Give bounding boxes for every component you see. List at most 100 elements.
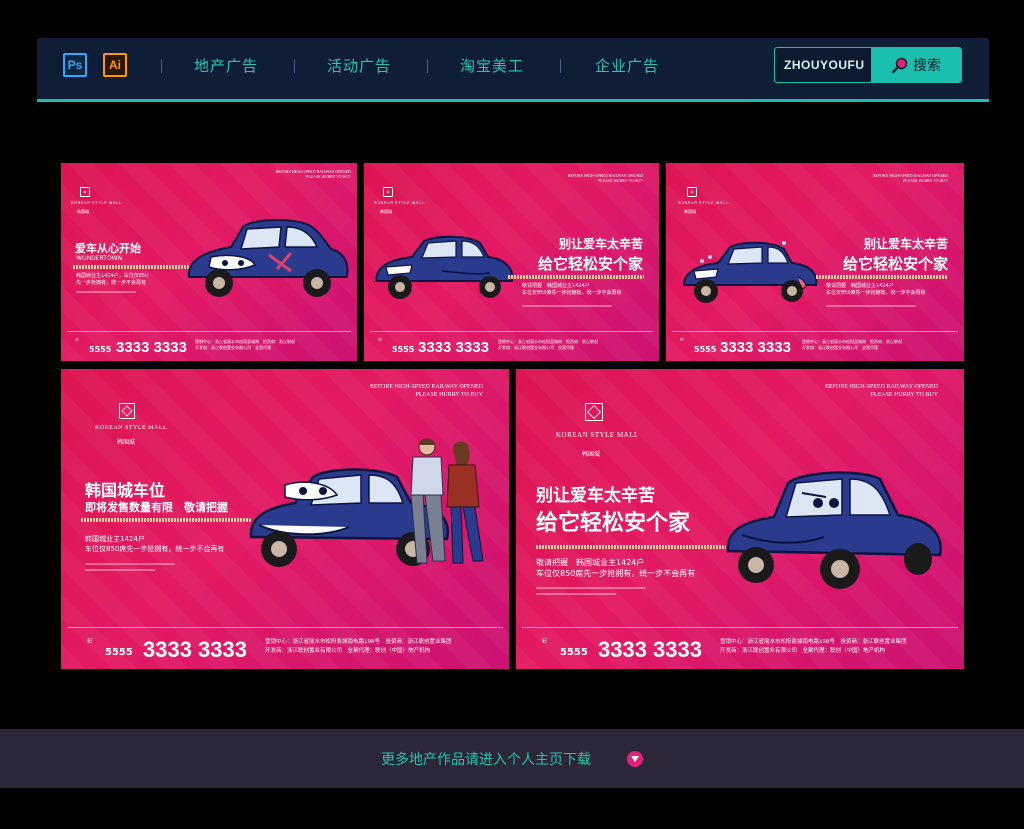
- phone-extension: 5555: [105, 647, 133, 658]
- logo-icon: [687, 187, 697, 197]
- nav-item-taobao-design[interactable]: 淘宝美工: [460, 55, 524, 76]
- card-headline-2: 给它轻松安个家: [537, 255, 643, 273]
- footer-divider: [672, 331, 958, 332]
- phone-number: 3333 3333: [143, 637, 247, 662]
- nav-item-corporate-ads[interactable]: 企业广告: [595, 55, 659, 76]
- search-button[interactable]: 搜索: [871, 48, 961, 82]
- card-body-text: 韩国城业主1424户，车位仅850 先一步抢拥有，统一步不会再有: [76, 273, 149, 286]
- top-navigation-bar: Ps Ai 地产广告 活动广告 淘宝美工 企业广告 搜索: [37, 38, 989, 102]
- logo-icon: [585, 403, 603, 421]
- top-right-tagline: BEFORE HIGH-SPEED RAILWAY OPENED PLEASE H…: [825, 384, 938, 399]
- card-headline-2: 给它轻松安个家: [842, 255, 948, 273]
- logo-text-en: KOREAN STYLE MALL: [678, 200, 729, 205]
- more-works-link[interactable]: 更多地产作品请进入个人主页下载: [381, 749, 591, 769]
- ad-card-5[interactable]: KOREAN STYLE MALL 韩国城 BEFORE HIGH-SPEED …: [516, 369, 964, 669]
- footer-info: 营销中心：浙江省丽水市松阳县城南 投资商：浙江联创 开发商：浙江联创置业有限公司 …: [498, 339, 598, 351]
- phone-extension: 5555: [89, 345, 112, 354]
- ad-card-4[interactable]: KOREAN STYLE MALL 韩国城 BEFORE HIGH-SPEED …: [61, 369, 509, 669]
- footer-brand-logo: ℮: [680, 337, 684, 343]
- fine-print: [85, 563, 175, 565]
- top-right-tagline: BEFORE HIGH-SPEED RAILWAY OPENED PLEASE H…: [275, 169, 351, 180]
- decor-stripe: [508, 275, 644, 279]
- card-body-text: 敬请把握 韩国城业主1424户 车位仅850席先一步抢拥有，统一步不会再有: [536, 558, 696, 579]
- nav-separator: [427, 59, 428, 73]
- phone-extension: 5555: [694, 345, 717, 354]
- footer-divider: [522, 627, 958, 628]
- top-right-tagline: BEFORE HIGH-SPEED RAILWAY OPENED PLEASE H…: [370, 384, 483, 399]
- footer-info: 营销中心：浙江省丽水市松阳县城南 投资商：浙江联创 开发商：浙江联创置业有限公司 …: [802, 339, 902, 351]
- illustrator-icon[interactable]: Ai: [103, 53, 127, 77]
- cartoon-car-illustration: [374, 235, 514, 299]
- card-body-text: 敬请把握 韩国城业主1424户 车位仅850席先一步抢拥有，统一步不会再有: [522, 283, 622, 296]
- footer-info: 营销中心：浙江省丽水市松阳县城南电路198号 投资商：浙江联创置业集团 开发商：浙…: [265, 639, 452, 654]
- logo-text-en: KOREAN STYLE MALL: [374, 200, 425, 205]
- footer-brand-logo: ℮: [378, 337, 382, 343]
- card-body-text: 敬请把握 韩国城业主1424户 车位仅850席先一步抢拥有，统一步不会再有: [826, 283, 926, 296]
- footer-brand-logo: ℮: [542, 635, 548, 645]
- logo-icon: [119, 403, 135, 419]
- phone-extension: 5555: [560, 647, 588, 658]
- decor-stripe: [536, 545, 726, 549]
- card-headline-2: 即将发售数量有限 敬请把握: [85, 501, 228, 514]
- search-box: 搜索: [774, 47, 962, 83]
- couple-illustration: [410, 438, 484, 564]
- photoshop-icon[interactable]: Ps: [63, 53, 87, 77]
- decor-stripe: [73, 265, 191, 269]
- bottom-bar: 更多地产作品请进入个人主页下载: [0, 729, 1024, 788]
- fine-print: [826, 305, 916, 307]
- nav-underline: [37, 99, 989, 102]
- logo-text-cn: 韩国城: [77, 209, 89, 214]
- card-subtitle-en: WONDERTOWN: [76, 255, 123, 262]
- phone-number: 3333 3333: [720, 339, 791, 356]
- search-input[interactable]: [775, 48, 871, 82]
- footer-divider: [67, 627, 503, 628]
- cartoon-car-illustration: [682, 241, 818, 303]
- ad-card-3[interactable]: KOREAN STYLE MALL 韩国城 BEFORE HIGH-SPEED …: [666, 163, 964, 361]
- footer-brand-logo: ℮: [75, 337, 79, 343]
- card-headline-1: 别让爱车太辛苦: [536, 486, 655, 506]
- nav-item-event-ads[interactable]: 活动广告: [327, 55, 391, 76]
- logo-text-cn: 韩国城: [684, 209, 696, 214]
- logo-text-cn: 韩国城: [582, 451, 601, 458]
- decor-stripe: [81, 518, 251, 522]
- card-headline-1: 韩国城车位: [85, 481, 166, 500]
- card-headline-2: 给它轻松安个家: [536, 511, 691, 536]
- footer-info: 营销中心：浙江省丽水市松阳县城南 投资商：浙江联创 开发商：浙江联创置业有限公司 …: [195, 339, 295, 351]
- search-button-label: 搜索: [913, 57, 941, 73]
- logo-icon: [383, 187, 393, 197]
- fine-print: [536, 593, 616, 595]
- ad-card-2[interactable]: KOREAN STYLE MALL 韩国城 BEFORE HIGH-SPEED …: [364, 163, 659, 361]
- fine-print: [76, 291, 136, 293]
- search-icon: [891, 57, 908, 74]
- nav-separator: [294, 59, 295, 73]
- phone-number: 3333 3333: [418, 339, 489, 356]
- logo-text-en: KOREAN STYLE MALL: [556, 431, 639, 439]
- top-right-tagline: BEFORE HIGH-SPEED RAILWAY OPENED PLEASE H…: [872, 173, 948, 184]
- nav-separator: [560, 59, 561, 73]
- nav-separator: [161, 59, 162, 73]
- chevron-down-icon[interactable]: [627, 751, 643, 767]
- card-body-text: 韩国城业主1424户 车位仅850席先一步抢拥有，统一步不会再有: [85, 535, 225, 553]
- card-headline-1: 别让爱车太辛苦: [863, 237, 948, 251]
- decor-stripe: [816, 275, 948, 279]
- logo-text-cn: 韩国城: [117, 439, 136, 446]
- cartoon-car-illustration: [187, 218, 349, 297]
- phone-extension: 5555: [392, 345, 415, 354]
- fine-print: [536, 587, 646, 589]
- cartoon-car-illustration: [726, 471, 942, 589]
- footer-brand-logo: ℮: [87, 635, 93, 645]
- card-headline: 爱车从心开始: [75, 242, 141, 255]
- logo-icon: [80, 187, 90, 197]
- footer-divider: [67, 331, 351, 332]
- ad-card-1[interactable]: KOREAN STYLE MALL 韩国城 BEFORE HIGH-SPEED …: [61, 163, 357, 361]
- phone-number: 3333 3333: [598, 637, 702, 662]
- top-right-tagline: BEFORE HIGH-SPEED RAILWAY OPENED PLEASE H…: [567, 173, 643, 184]
- fine-print: [522, 305, 612, 307]
- card-headline-1: 别让爱车太辛苦: [558, 237, 643, 251]
- nav-item-real-estate-ads[interactable]: 地产广告: [194, 55, 258, 76]
- fine-print: [85, 569, 155, 571]
- footer-info: 营销中心：浙江省丽水市松阳县城南电路198号 投资商：浙江联创置业集团 开发商：浙…: [720, 639, 907, 654]
- phone-number: 3333 3333: [116, 339, 187, 356]
- logo-text-en: KOREAN STYLE MALL: [71, 200, 122, 205]
- logo-text-en: KOREAN STYLE MALL: [95, 425, 168, 431]
